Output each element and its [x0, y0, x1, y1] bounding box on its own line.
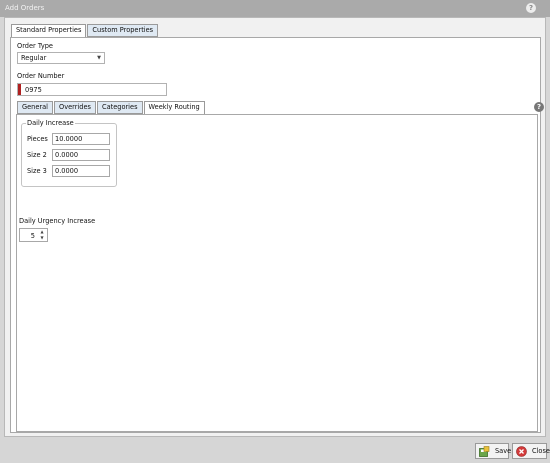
pieces-input[interactable]: 10.0000	[52, 133, 110, 145]
size-2-input[interactable]: 0.0000	[52, 149, 110, 161]
close-label: Close	[532, 447, 550, 455]
order-type-value: Regular	[21, 54, 46, 62]
window-title: Add Orders	[5, 4, 44, 12]
help-icon[interactable]: ?	[526, 3, 536, 13]
tab-weekly-routing[interactable]: Weekly Routing	[144, 101, 205, 115]
order-number-field[interactable]: 0975	[17, 83, 167, 96]
size-2-label: Size 2	[27, 151, 47, 159]
daily-increase-group: Daily Increase Pieces 10.0000 Size 2 0.0…	[21, 123, 117, 187]
daily-urgency-value: 5	[31, 231, 35, 241]
stepper-arrows[interactable]: ▲ ▼	[38, 229, 46, 241]
size-3-input[interactable]: 0.0000	[52, 165, 110, 177]
order-number-value: 0975	[25, 85, 42, 95]
save-label: Save	[495, 447, 511, 455]
save-button[interactable]: Save	[475, 443, 509, 459]
chevron-down-icon: ▼	[97, 53, 101, 63]
save-icon	[479, 446, 490, 457]
size-3-label: Size 3	[27, 167, 47, 175]
tab-categories[interactable]: Categories	[97, 101, 143, 114]
tab-standard-properties[interactable]: Standard Properties	[11, 24, 86, 38]
dialog-body: Standard Properties Custom Properties Or…	[4, 17, 546, 437]
required-marker	[18, 84, 21, 95]
tab-custom-properties[interactable]: Custom Properties	[87, 24, 158, 37]
order-number-label: Order Number	[17, 72, 64, 80]
daily-urgency-stepper[interactable]: 5 ▲ ▼	[19, 228, 48, 242]
inner-tab-strip: General Overrides Categories Weekly Rout…	[17, 101, 206, 114]
weekly-routing-panel: Daily Increase Pieces 10.0000 Size 2 0.0…	[16, 114, 538, 432]
help-icon[interactable]: ?	[534, 102, 544, 112]
daily-increase-title: Daily Increase	[26, 119, 75, 127]
order-type-label: Order Type	[17, 42, 53, 50]
chevron-down-icon[interactable]: ▼	[38, 235, 46, 241]
outer-tab-strip: Standard Properties Custom Properties	[11, 24, 159, 37]
close-icon	[516, 446, 527, 457]
window-title-bar: Add Orders	[0, 0, 550, 17]
standard-properties-panel: Order Type Regular ▼ Order Number 0975 G…	[10, 37, 541, 433]
close-button[interactable]: Close	[512, 443, 547, 459]
pieces-label: Pieces	[27, 135, 48, 143]
tab-general[interactable]: General	[17, 101, 53, 114]
tab-overrides[interactable]: Overrides	[54, 101, 96, 114]
order-type-select[interactable]: Regular ▼	[17, 52, 105, 64]
daily-urgency-label: Daily Urgency Increase	[19, 217, 95, 225]
